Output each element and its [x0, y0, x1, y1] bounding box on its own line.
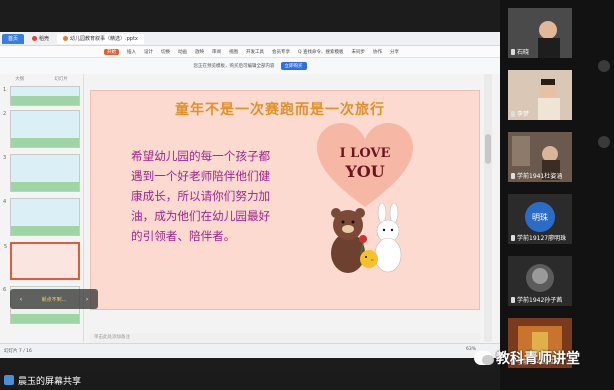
template-notice: 您正在预览模板，购买后可编辑全部内容 立即购买	[0, 58, 500, 74]
share-button[interactable]: 分享	[390, 49, 399, 55]
chick-icon	[360, 250, 378, 268]
floating-toolbar-text: 就点不到...	[41, 296, 67, 303]
slides-tab[interactable]: 幻灯片	[54, 76, 68, 82]
heart-text-1: I LOVE	[340, 146, 391, 161]
menu-member[interactable]: 会员专享	[272, 49, 290, 55]
participant-tile[interactable]: 明珠 学前19127廖明珠	[508, 194, 572, 244]
floating-toolbar[interactable]: ‹ 就点不到... ›	[10, 289, 98, 309]
participant-name-text: 学前1941杜姿涵	[517, 173, 563, 180]
notice-text: 您正在预览模板，购买后可编辑全部内容	[193, 64, 275, 69]
menu-view[interactable]: 视图	[229, 49, 238, 55]
slide-canvas[interactable]: 童年不是一次赛跑而是一次旅行 希望幼儿园的每一个孩子都遇到一个好老师陪伴他们健康…	[90, 90, 480, 310]
wechat-icon	[474, 351, 494, 365]
thumb-band	[11, 96, 79, 105]
thumb-band	[11, 138, 79, 147]
app-tab-bar: 首页 稻壳 幼儿园教育叙事（精选）.pptx	[0, 32, 500, 46]
watermark: 教科青师讲堂	[474, 348, 580, 368]
participant-name: 学前19127廖明珠	[511, 233, 566, 242]
watermark-text: 教科青师讲堂	[496, 351, 580, 367]
mic-icon	[511, 48, 515, 55]
heart-text-2: YOU	[344, 162, 384, 181]
slide-thumbnail-selected[interactable]: 5	[4, 242, 80, 280]
slide-body-text: 希望幼儿园的每一个孩子都遇到一个好老师陪伴他们健康成长，所以请你们努力加油，成为…	[131, 149, 271, 243]
slide-thumbnail[interactable]: 1	[3, 86, 80, 106]
tab-daoke[interactable]: 稻壳	[26, 34, 55, 44]
slide-number: 6	[3, 287, 7, 293]
heart-icon: I LOVE YOU	[317, 123, 413, 207]
slide-number: 2	[3, 111, 7, 117]
sync-status[interactable]: 未同步	[351, 49, 365, 55]
participant-tile[interactable]: 石晓	[508, 8, 572, 58]
slide-title: 童年不是一次赛跑而是一次旅行	[175, 102, 385, 118]
menu-review[interactable]: 审阅	[212, 49, 221, 55]
slide-number: 5	[4, 244, 8, 250]
participant-name-text: 李梦	[517, 111, 530, 118]
participant-name-text: 学前1942孙子茜	[517, 297, 563, 304]
panel-more-icon[interactable]	[598, 136, 610, 148]
thumb-band	[11, 226, 79, 235]
tab-document[interactable]: 幼儿园教育叙事（精选）.pptx	[57, 33, 144, 44]
thumbnail-header: 大纲 幻灯片	[0, 74, 83, 82]
mic-icon	[511, 172, 515, 179]
thumb-band	[11, 314, 79, 323]
slide-counter: 幻灯片 7 / 16	[4, 348, 32, 354]
participant-tile[interactable]: 学前1942孙子茜	[508, 256, 572, 306]
outline-tab[interactable]: 大纲	[15, 76, 24, 82]
prev-icon[interactable]: ‹	[20, 296, 22, 303]
screen-share-label: 晨玉的屏幕共享	[18, 376, 82, 387]
avatar: 明珠	[525, 202, 555, 232]
participant-name: 石晓	[511, 47, 529, 56]
thumb-band	[11, 182, 79, 191]
participant-tile[interactable]: 学前1941杜姿涵	[508, 132, 572, 182]
ribbon-menu: 开始 插入 设计 切换 动画 放映 审阅 视图 开发工具 会员专享 Q 查找命令…	[0, 46, 500, 58]
menu-start[interactable]: 开始	[104, 48, 119, 55]
slide-number: 1	[3, 87, 7, 93]
slide-thumbnail[interactable]: 3	[3, 154, 80, 192]
participant-name-text: 学前19127廖明珠	[517, 235, 567, 242]
menu-animation[interactable]: 动画	[178, 49, 187, 55]
tab-home[interactable]: 首页	[2, 33, 25, 44]
search-command[interactable]: Q 查找命令、搜索模板	[298, 49, 343, 55]
participant-name: 学前1942孙子茜	[511, 295, 562, 304]
buy-button[interactable]: 立即购买	[280, 62, 307, 70]
menu-slideshow[interactable]: 放映	[195, 49, 204, 55]
status-bar: 幻灯片 7 / 16 63%	[0, 343, 500, 357]
participant-tile[interactable]: 李梦	[508, 70, 572, 120]
daoke-icon	[32, 36, 38, 41]
screen-share-icon	[4, 375, 14, 385]
notes-area[interactable]: 单击此处添加备注	[90, 333, 480, 343]
menu-design[interactable]: 设计	[144, 49, 153, 55]
slide-thumbnail[interactable]: 2	[3, 110, 80, 148]
participant-name: 李梦	[511, 109, 529, 118]
tab-document-label: 幼儿园教育叙事（精选）.pptx	[70, 36, 138, 42]
tab-daoke-label: 稻壳	[39, 36, 50, 42]
collaborate-button[interactable]: 协作	[373, 49, 382, 55]
menu-devtools[interactable]: 开发工具	[246, 49, 264, 55]
pptx-icon	[63, 36, 69, 41]
mic-icon	[511, 110, 515, 117]
menu-insert[interactable]: 插入	[127, 49, 136, 55]
scrollbar-grip[interactable]	[485, 134, 491, 164]
screen-share-bar: 晨玉的屏幕共享	[0, 370, 500, 390]
next-icon[interactable]: ›	[86, 296, 88, 303]
participant-name-text: 石晓	[517, 49, 530, 56]
slide-number: 3	[3, 155, 7, 161]
menu-transition[interactable]: 切换	[161, 49, 170, 55]
slide-scrollbar[interactable]	[484, 74, 492, 342]
participant-name: 学前1941杜姿涵	[511, 171, 562, 180]
tab-home-label: 首页	[8, 36, 19, 42]
panel-collapse-icon[interactable]	[598, 60, 610, 72]
mic-icon	[511, 234, 515, 241]
slide-thumbnail[interactable]: 4	[3, 198, 80, 236]
meeting-window: 首页 稻壳 幼儿园教育叙事（精选）.pptx 开始 插入 设计 切换 动画 放映…	[0, 0, 614, 390]
mic-icon	[511, 296, 515, 303]
slide-number: 4	[3, 199, 7, 205]
